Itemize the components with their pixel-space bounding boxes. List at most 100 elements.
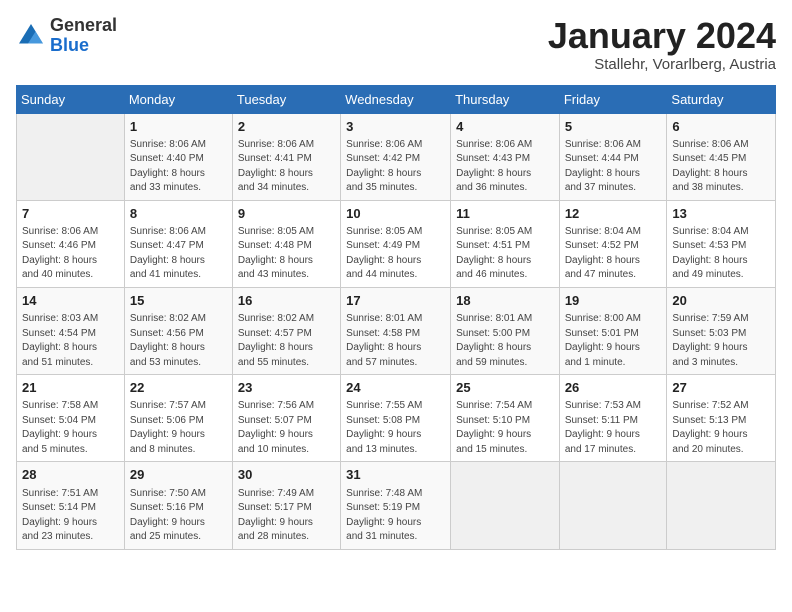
day-number: 1 [130, 118, 227, 136]
calendar-cell: 29Sunrise: 7:50 AM Sunset: 5:16 PM Dayli… [124, 462, 232, 549]
calendar-cell: 16 Sunrise: 8:02 AM Sunset: 4:57 PM Dayli… [232, 287, 340, 374]
week-row-2: 7 Sunrise: 8:06 AM Sunset: 4:46 PM Daylig… [17, 200, 776, 287]
day-number: 7 [22, 205, 119, 223]
day-number: 19 [565, 292, 662, 310]
day-number: 24 [346, 379, 445, 397]
calendar-cell: 25Sunrise: 7:54 AM Sunset: 5:10 PM Dayli… [451, 375, 560, 462]
calendar-cell: 10 Sunrise: 8:05 AM Sunset: 4:49 PM Dayli… [341, 200, 451, 287]
day-number: 2 [238, 118, 335, 136]
day-info: Sunrise: 8:06 AM Sunset: 4:46 PM Dayligh… [22, 225, 119, 283]
day-number: 5 [565, 118, 662, 136]
month-title: January 2024 [548, 16, 776, 56]
day-number: 11 [456, 205, 554, 223]
week-row-4: 21 Sunrise: 7:58 AM Sunset: 5:04 PM Dayli… [17, 375, 776, 462]
day-number: 22 [130, 379, 227, 397]
location: Stallehr, Vorarlberg, Austria [548, 56, 776, 73]
column-header-monday: Monday [124, 85, 232, 113]
calendar-cell: 18 Sunrise: 8:01 AM Sunset: 5:00 PM Dayli… [451, 287, 560, 374]
calendar-cell: 11 Sunrise: 8:05 AM Sunset: 4:51 PM Dayli… [451, 200, 560, 287]
day-number: 23 [238, 379, 335, 397]
calendar-cell: 3Sunrise: 8:06 AM Sunset: 4:42 PM Daylig… [341, 113, 451, 200]
day-info: Sunrise: 8:01 AM Sunset: 5:00 PM Dayligh… [456, 312, 554, 370]
calendar-cell: 19 Sunrise: 8:00 AM Sunset: 5:01 PM Dayli… [559, 287, 667, 374]
calendar-cell [451, 462, 560, 549]
calendar-cell: 1 Sunrise: 8:06 AM Sunset: 4:40 PM Daylig… [124, 113, 232, 200]
day-number: 15 [130, 292, 227, 310]
day-info: Sunrise: 8:02 AM Sunset: 4:57 PM Dayligh… [238, 312, 335, 370]
calendar-header-row: SundayMondayTuesdayWednesdayThursdayFrid… [17, 85, 776, 113]
calendar-cell: 26Sunrise: 7:53 AM Sunset: 5:11 PM Dayli… [559, 375, 667, 462]
day-info: Sunrise: 7:50 AM Sunset: 5:16 PM Dayligh… [130, 487, 227, 545]
day-number: 21 [22, 379, 119, 397]
column-header-thursday: Thursday [451, 85, 560, 113]
day-info: Sunrise: 8:05 AM Sunset: 4:51 PM Dayligh… [456, 225, 554, 283]
day-info: Sunrise: 8:02 AM Sunset: 4:56 PM Dayligh… [130, 312, 227, 370]
logo: General Blue [16, 16, 117, 56]
day-number: 17 [346, 292, 445, 310]
day-info: Sunrise: 8:06 AM Sunset: 4:43 PM Dayligh… [456, 138, 554, 196]
day-number: 13 [672, 205, 770, 223]
day-info: Sunrise: 7:55 AM Sunset: 5:08 PM Dayligh… [346, 399, 445, 457]
day-info: Sunrise: 7:48 AM Sunset: 5:19 PM Dayligh… [346, 487, 445, 545]
calendar-cell: 21 Sunrise: 7:58 AM Sunset: 5:04 PM Dayli… [17, 375, 125, 462]
calendar-cell: 23Sunrise: 7:56 AM Sunset: 5:07 PM Dayli… [232, 375, 340, 462]
day-number: 18 [456, 292, 554, 310]
day-number: 30 [238, 466, 335, 484]
day-number: 9 [238, 205, 335, 223]
day-info: Sunrise: 8:04 AM Sunset: 4:52 PM Dayligh… [565, 225, 662, 283]
calendar-cell: 7 Sunrise: 8:06 AM Sunset: 4:46 PM Daylig… [17, 200, 125, 287]
week-row-5: 28 Sunrise: 7:51 AM Sunset: 5:14 PM Dayli… [17, 462, 776, 549]
calendar-cell: 15 Sunrise: 8:02 AM Sunset: 4:56 PM Dayli… [124, 287, 232, 374]
day-info: Sunrise: 7:54 AM Sunset: 5:10 PM Dayligh… [456, 399, 554, 457]
column-header-sunday: Sunday [17, 85, 125, 113]
calendar-cell: 8Sunrise: 8:06 AM Sunset: 4:47 PM Daylig… [124, 200, 232, 287]
calendar-cell [559, 462, 667, 549]
calendar-cell: 30 Sunrise: 7:49 AM Sunset: 5:17 PM Dayli… [232, 462, 340, 549]
day-info: Sunrise: 8:04 AM Sunset: 4:53 PM Dayligh… [672, 225, 770, 283]
calendar-cell: 4Sunrise: 8:06 AM Sunset: 4:43 PM Daylig… [451, 113, 560, 200]
day-info: Sunrise: 8:06 AM Sunset: 4:44 PM Dayligh… [565, 138, 662, 196]
week-row-3: 14Sunrise: 8:03 AM Sunset: 4:54 PM Dayli… [17, 287, 776, 374]
day-info: Sunrise: 7:52 AM Sunset: 5:13 PM Dayligh… [672, 399, 770, 457]
day-info: Sunrise: 7:59 AM Sunset: 5:03 PM Dayligh… [672, 312, 770, 370]
calendar-cell: 13 Sunrise: 8:04 AM Sunset: 4:53 PM Dayli… [667, 200, 776, 287]
week-row-1: 1 Sunrise: 8:06 AM Sunset: 4:40 PM Daylig… [17, 113, 776, 200]
calendar-cell: 24 Sunrise: 7:55 AM Sunset: 5:08 PM Dayli… [341, 375, 451, 462]
day-number: 6 [672, 118, 770, 136]
day-info: Sunrise: 7:57 AM Sunset: 5:06 PM Dayligh… [130, 399, 227, 457]
day-number: 28 [22, 466, 119, 484]
calendar-cell: 20 Sunrise: 7:59 AM Sunset: 5:03 PM Dayli… [667, 287, 776, 374]
day-number: 20 [672, 292, 770, 310]
logo-text: General Blue [50, 16, 117, 56]
day-info: Sunrise: 8:06 AM Sunset: 4:42 PM Dayligh… [346, 138, 445, 196]
day-number: 8 [130, 205, 227, 223]
day-number: 10 [346, 205, 445, 223]
calendar-cell: 31 Sunrise: 7:48 AM Sunset: 5:19 PM Dayli… [341, 462, 451, 549]
calendar-cell: 27 Sunrise: 7:52 AM Sunset: 5:13 PM Dayli… [667, 375, 776, 462]
title-block: January 2024 Stallehr, Vorarlberg, Austr… [548, 16, 776, 73]
column-header-wednesday: Wednesday [341, 85, 451, 113]
calendar-cell: 5 Sunrise: 8:06 AM Sunset: 4:44 PM Daylig… [559, 113, 667, 200]
day-number: 31 [346, 466, 445, 484]
column-header-tuesday: Tuesday [232, 85, 340, 113]
day-info: Sunrise: 7:58 AM Sunset: 5:04 PM Dayligh… [22, 399, 119, 457]
day-info: Sunrise: 8:06 AM Sunset: 4:41 PM Dayligh… [238, 138, 335, 196]
calendar-cell: 22 Sunrise: 7:57 AM Sunset: 5:06 PM Dayli… [124, 375, 232, 462]
day-info: Sunrise: 8:06 AM Sunset: 4:40 PM Dayligh… [130, 138, 227, 196]
day-number: 12 [565, 205, 662, 223]
day-info: Sunrise: 7:49 AM Sunset: 5:17 PM Dayligh… [238, 487, 335, 545]
day-info: Sunrise: 7:51 AM Sunset: 5:14 PM Dayligh… [22, 487, 119, 545]
day-info: Sunrise: 8:06 AM Sunset: 4:45 PM Dayligh… [672, 138, 770, 196]
page-header: General Blue January 2024 Stallehr, Vora… [16, 16, 776, 73]
logo-blue: Blue [50, 35, 89, 55]
calendar-cell: 14Sunrise: 8:03 AM Sunset: 4:54 PM Dayli… [17, 287, 125, 374]
calendar-table: SundayMondayTuesdayWednesdayThursdayFrid… [16, 85, 776, 550]
day-info: Sunrise: 8:00 AM Sunset: 5:01 PM Dayligh… [565, 312, 662, 370]
logo-general: General [50, 15, 117, 35]
day-info: Sunrise: 8:05 AM Sunset: 4:49 PM Dayligh… [346, 225, 445, 283]
calendar-cell [17, 113, 125, 200]
logo-icon [16, 21, 46, 51]
day-number: 16 [238, 292, 335, 310]
day-info: Sunrise: 8:01 AM Sunset: 4:58 PM Dayligh… [346, 312, 445, 370]
day-number: 27 [672, 379, 770, 397]
